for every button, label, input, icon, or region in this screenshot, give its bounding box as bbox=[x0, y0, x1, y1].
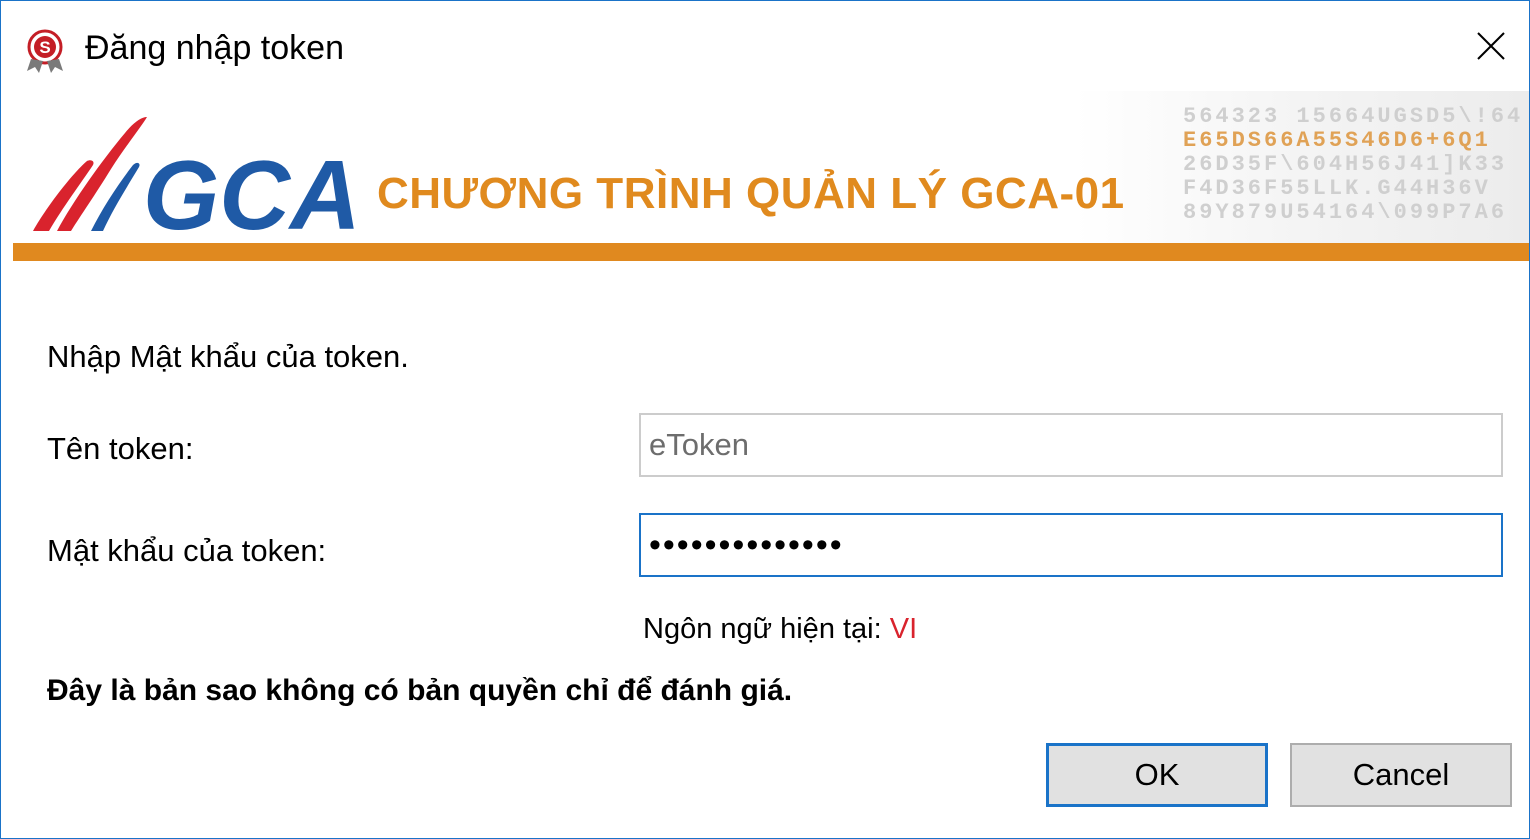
seal-s-icon: S bbox=[23, 29, 67, 73]
window-title: Đăng nhập token bbox=[85, 29, 344, 67]
code-row: 89Y879U54164\099P7A6 bbox=[1183, 200, 1508, 225]
password-label: Mật khẩu của token: bbox=[47, 533, 327, 568]
ok-button[interactable]: OK bbox=[1046, 743, 1268, 807]
password-field[interactable] bbox=[639, 513, 1503, 577]
code-row: E65DS66A55S46D6+6Q1 bbox=[1183, 128, 1491, 153]
code-row: 26D35F\604H56J41]K33 bbox=[1183, 152, 1508, 177]
token-name-field[interactable] bbox=[639, 413, 1503, 477]
code-row: F4D36F55LLK.G44H36V bbox=[1183, 176, 1491, 201]
title-bar[interactable]: S Đăng nhập token bbox=[1, 1, 1529, 99]
language-label: Ngôn ngữ hiện tại: bbox=[643, 613, 882, 645]
instruction-text: Nhập Mật khẩu của token. bbox=[47, 339, 409, 374]
logo-text: GCA bbox=[143, 140, 359, 239]
close-icon bbox=[1474, 29, 1508, 68]
header-banner: GCA CHƯƠNG TRÌNH QUẢN LÝ GCA-01 564323 1… bbox=[13, 91, 1529, 243]
token-name-label: Tên token: bbox=[47, 431, 194, 466]
program-title: CHƯƠNG TRÌNH QUẢN LÝ GCA-01 bbox=[377, 169, 1125, 218]
svg-text:S: S bbox=[39, 38, 50, 57]
language-value[interactable]: VI bbox=[890, 613, 917, 645]
code-pattern-decoration: 564323 15664UGSD5\!64 E65DS66A55S46D6+6Q… bbox=[1183, 105, 1529, 235]
gca-logo: GCA bbox=[33, 117, 359, 239]
evaluation-warning: Đây là bản sao không có bản quyền chỉ để… bbox=[47, 674, 793, 707]
current-language: Ngôn ngữ hiện tại: VI bbox=[643, 613, 917, 646]
header-divider bbox=[13, 243, 1529, 261]
code-row: 564323 15664UGSD5\!64 bbox=[1183, 104, 1524, 129]
cancel-button[interactable]: Cancel bbox=[1290, 743, 1512, 807]
login-dialog: S Đăng nhập token GCA CHƯƠNG TRÌNH QUẢN … bbox=[0, 0, 1530, 839]
close-button[interactable] bbox=[1461, 15, 1521, 81]
